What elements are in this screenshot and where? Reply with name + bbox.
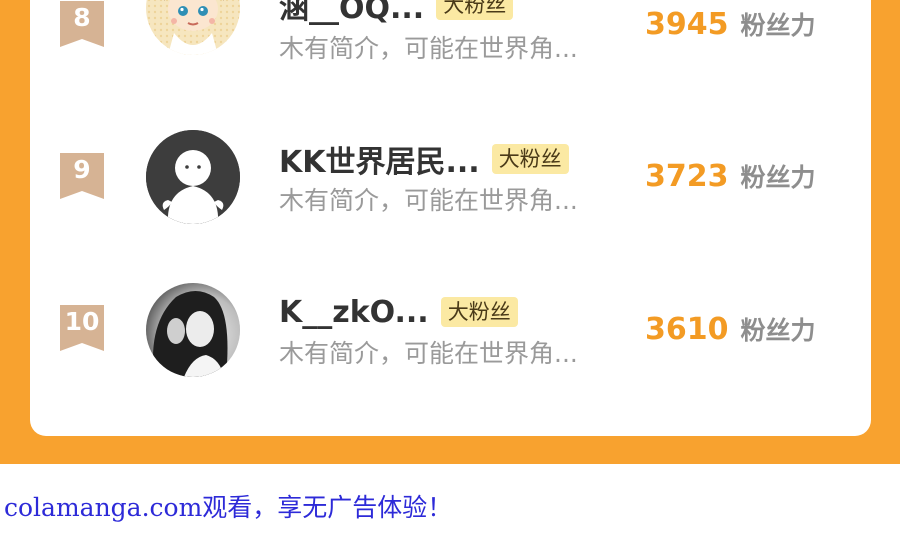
user-bio: 木有简介，可能在世界角... [279, 34, 578, 63]
leaderboard-row[interactable]: 10 K__zkO... 大粉丝 木有简介，可能在世界角... 3610 粉丝力 [30, 279, 871, 379]
rank-number: 9 [73, 155, 91, 184]
user-name[interactable]: K__zkO... [279, 295, 429, 330]
user-avatar[interactable] [146, 130, 240, 224]
fan-power-stat: 3610 粉丝力 [645, 311, 816, 347]
rank-ribbon: 9 [60, 153, 104, 199]
cartoon-boy-avatar-icon [146, 0, 240, 55]
default-ghost-avatar-icon [146, 130, 240, 224]
leaderboard-row[interactable]: 8 涵__OQ... 大粉丝 木有简介，可能在世界角... 3945 粉丝力 [30, 0, 871, 75]
fan-power-count: 3945 [645, 7, 729, 42]
rank-ribbon: 10 [60, 305, 104, 351]
rank-number: 10 [64, 307, 100, 336]
fan-level-badge: 大粉丝 [436, 0, 514, 20]
fan-power-label: 粉丝力 [740, 163, 816, 192]
user-bio: 木有简介，可能在世界角... [279, 186, 578, 215]
fan-power-label: 粉丝力 [740, 316, 816, 345]
user-bio: 木有简介，可能在世界角... [279, 339, 578, 368]
fan-power-stat: 3723 粉丝力 [645, 158, 816, 194]
user-name[interactable]: 涵__OQ... [279, 0, 424, 27]
user-avatar[interactable] [146, 0, 240, 55]
fan-power-count: 3610 [645, 312, 729, 347]
user-avatar[interactable] [146, 283, 240, 377]
leaderboard-row[interactable]: 9 KK世界居民... 大粉丝 木有简介，可能在世界角... 3723 粉丝力 [30, 127, 871, 227]
fan-power-label: 粉丝力 [740, 11, 816, 40]
fan-level-badge: 大粉丝 [491, 144, 569, 174]
rank-number: 8 [73, 3, 91, 32]
fan-power-stat: 3945 粉丝力 [645, 6, 816, 42]
rank-ribbon: 8 [60, 1, 104, 47]
fan-level-badge: 大粉丝 [440, 297, 518, 327]
watermark-text: colamanga.com观看，享无广告体验！ [4, 493, 453, 522]
user-name[interactable]: KK世界居民... [279, 137, 480, 181]
user-name-line: 涵__OQ... 大粉丝 [279, 0, 514, 26]
photo-avatar-icon [146, 283, 240, 377]
user-name-line: K__zkO... 大粉丝 [279, 294, 518, 330]
user-name-line: KK世界居民... 大粉丝 [279, 141, 569, 180]
fan-leaderboard-card: 8 涵__OQ... 大粉丝 木有简介，可能在世界角... 3945 粉丝力 9… [30, 0, 871, 436]
fan-power-count: 3723 [645, 159, 729, 194]
